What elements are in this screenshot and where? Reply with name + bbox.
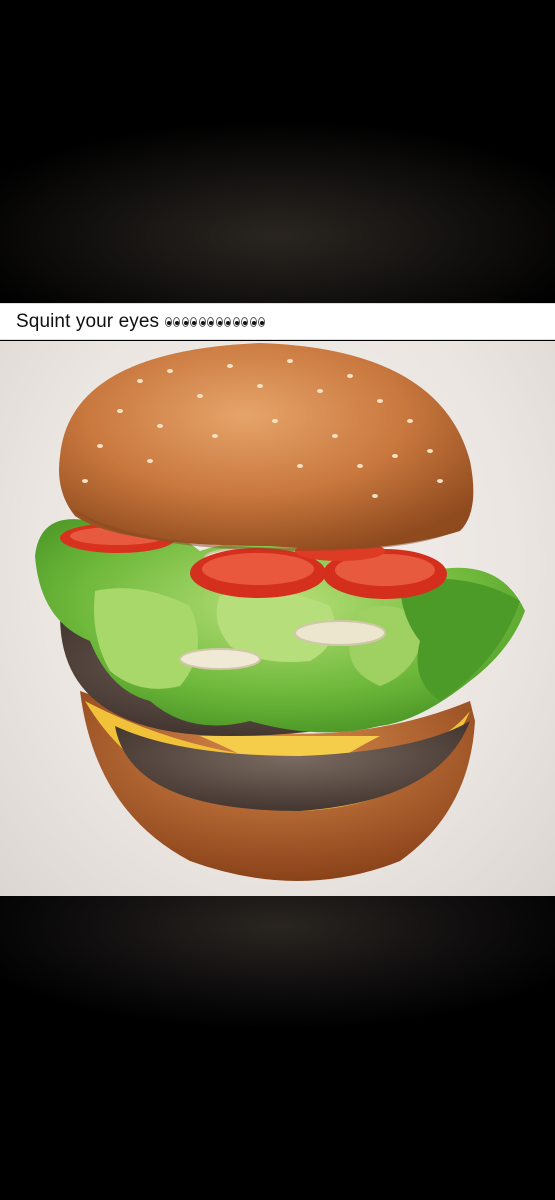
top-blurred-background [0,0,555,303]
caption-text: Squint your eyes [16,310,160,332]
eyes-emoji-icon [165,316,267,327]
burger-illustration [35,343,525,881]
top-bun [59,343,474,549]
burger-photo[interactable] [0,341,555,896]
caption-bar: Squint your eyes [0,303,555,340]
story-viewer: Squint your eyes [0,0,555,1200]
bottom-blurred-background [0,896,555,1200]
